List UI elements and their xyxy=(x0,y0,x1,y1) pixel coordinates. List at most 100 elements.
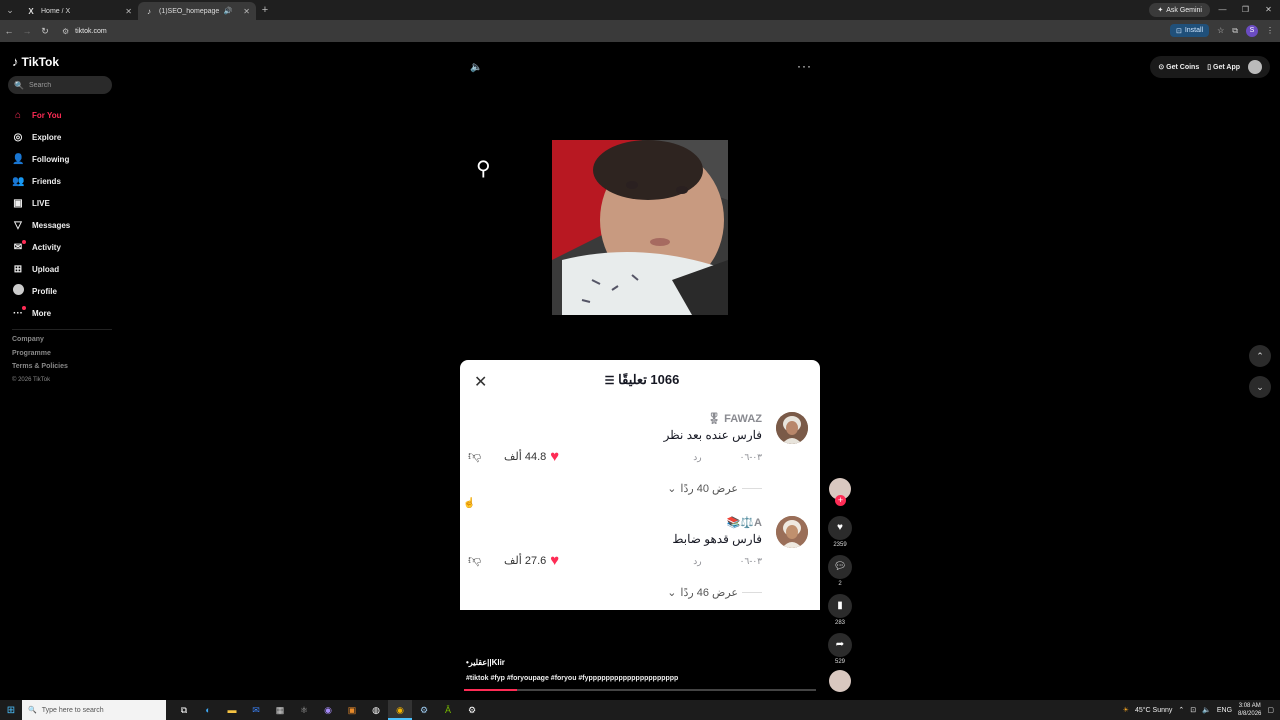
terminal-icon[interactable]: ▣ xyxy=(340,700,364,720)
chrome-icon[interactable]: ◉ xyxy=(388,700,412,720)
forward-icon[interactable]: → xyxy=(18,26,36,36)
reply-button[interactable]: رد xyxy=(693,556,701,567)
file-explorer-icon[interactable]: ▬ xyxy=(220,700,244,720)
back-icon[interactable]: ← xyxy=(0,26,18,36)
speaker-icon[interactable]: 🔊 xyxy=(224,7,233,15)
video-hashtags[interactable]: #tiktok #fyp #foryoupage #foryou #fypppp… xyxy=(466,675,678,682)
sidebar-item-for-you[interactable]: ⌂ For You xyxy=(12,104,70,126)
volume-icon[interactable]: 🔈 xyxy=(1202,706,1211,714)
dislike-icon[interactable]: 👎︎ xyxy=(468,552,481,568)
view-replies-button[interactable]: عرض 46 ردًا ⌄ xyxy=(562,586,762,599)
tiktok-logo[interactable]: ♪ TikTok xyxy=(12,54,59,69)
taskbar-search[interactable]: 🔍 Type here to search xyxy=(22,700,166,720)
x-logo-icon: X xyxy=(28,6,34,16)
clock[interactable]: 3:08 AM 8/8/2026 xyxy=(1238,702,1261,718)
footer-link-company[interactable]: Company xyxy=(12,336,68,350)
share-button[interactable]: ➦ xyxy=(828,633,852,657)
video-progress-bar[interactable] xyxy=(464,689,816,691)
get-coins-button[interactable]: ⊙ Get Coins xyxy=(1158,63,1199,71)
video-author[interactable]: •عقلير||Klir xyxy=(466,658,505,667)
view-replies-button[interactable]: عرض 40 ردًا ⌄ xyxy=(562,482,762,495)
close-icon[interactable]: ✕ xyxy=(125,7,132,16)
menu-kebab-icon[interactable]: ⋮ xyxy=(1266,26,1274,35)
notifications-icon[interactable]: ▢ xyxy=(1267,706,1274,714)
avatar-image xyxy=(776,412,808,444)
close-window-icon[interactable]: ✕ xyxy=(1257,0,1280,20)
footer-link-terms[interactable]: Terms & Policies xyxy=(12,363,68,377)
footer-link-programme[interactable]: Programme xyxy=(12,350,68,364)
search-icon[interactable]: ⚲ xyxy=(476,156,491,181)
comment-username[interactable]: A⚖️📚 xyxy=(727,516,762,529)
bookmark-star-icon[interactable]: ☆ xyxy=(1217,26,1224,35)
comment-button[interactable]: 💬︎ xyxy=(828,555,852,579)
restore-icon[interactable]: ❐ xyxy=(1234,0,1257,20)
tab-home-x[interactable]: X Home / X ✕ xyxy=(20,2,138,20)
more-icon: ··· xyxy=(12,305,26,319)
chevron-up-icon: ⌃ xyxy=(1256,351,1264,361)
ask-gemini-button[interactable]: ✦ Ask Gemini xyxy=(1149,3,1210,17)
tab-search-icon[interactable]: ⌄ xyxy=(0,0,20,20)
minimize-icon[interactable]: — xyxy=(1211,0,1234,20)
filter-icon[interactable]: ☰ xyxy=(605,375,615,387)
extensions-icon[interactable]: ⧉ xyxy=(1232,26,1238,36)
new-tab-button[interactable]: + xyxy=(256,4,274,16)
user-avatar[interactable] xyxy=(1248,60,1262,74)
language-indicator[interactable]: ENG xyxy=(1217,707,1232,714)
next-video-button[interactable]: ⌄ xyxy=(1249,376,1271,398)
follow-plus-icon[interactable]: + xyxy=(835,495,846,506)
sidebar-item-following[interactable]: 👤 Following xyxy=(12,148,70,170)
url-field[interactable]: ⚙ tiktok.com xyxy=(62,27,107,36)
settings-icon[interactable]: ⚙ xyxy=(460,700,484,720)
like-comment-button[interactable]: ♥ 44.8 ألف xyxy=(504,448,559,465)
task-view-icon[interactable]: ⧉ xyxy=(172,700,196,720)
sidebar-item-upload[interactable]: ⊞ Upload xyxy=(12,258,70,280)
avatar[interactable] xyxy=(776,412,808,444)
save-button[interactable]: ▮ xyxy=(828,594,852,618)
weather-text[interactable]: 45°C Sunny xyxy=(1135,707,1172,714)
volume-icon[interactable]: 🔈 xyxy=(470,62,482,73)
avatar[interactable] xyxy=(776,516,808,548)
network-icon[interactable]: ⊡ xyxy=(1190,706,1196,714)
search-input[interactable] xyxy=(28,81,109,89)
reply-button[interactable]: رد xyxy=(693,452,701,463)
comment-username[interactable]: FAWAZ 🎖 xyxy=(707,412,762,425)
username-text: FAWAZ xyxy=(724,413,762,425)
app-icon[interactable]: ⚛ xyxy=(292,700,316,720)
sidebar-item-messages[interactable]: ▽ Messages xyxy=(12,214,70,236)
steam-icon[interactable]: ⚙ xyxy=(412,700,436,720)
sidebar-item-label: Explore xyxy=(32,132,62,142)
reload-icon[interactable]: ↻ xyxy=(36,26,54,37)
sidebar-item-more[interactable]: ··· More xyxy=(12,302,70,324)
tab-title: Home / X xyxy=(41,7,71,15)
store-icon[interactable]: ▦ xyxy=(268,700,292,720)
previous-video-button[interactable]: ⌃ xyxy=(1249,345,1271,367)
edge-icon[interactable]: ◐ xyxy=(196,700,220,720)
close-icon[interactable]: ✕ xyxy=(243,7,250,16)
comment-date: ٠٣-٠٦ xyxy=(739,452,762,462)
site-info-icon[interactable]: ⚙ xyxy=(62,27,69,36)
windows-start-icon[interactable]: ⊞ xyxy=(0,705,22,716)
tray-chevron-icon[interactable]: ⌃ xyxy=(1178,706,1184,714)
more-options-icon[interactable]: ··· xyxy=(797,59,812,73)
mail-icon[interactable]: ✉ xyxy=(244,700,268,720)
like-comment-button[interactable]: ♥ 27.6 ألف xyxy=(504,552,559,569)
profile-avatar[interactable]: S xyxy=(1246,24,1258,37)
install-button[interactable]: ⊡ Install xyxy=(1169,24,1210,37)
messenger-icon[interactable]: ◉ xyxy=(316,700,340,720)
sidebar-item-activity[interactable]: ✉ Activity xyxy=(12,236,70,258)
sidebar-item-explore[interactable]: ◎ Explore xyxy=(12,126,70,148)
sound-avatar[interactable] xyxy=(829,670,851,692)
sidebar-item-friends[interactable]: 👥 Friends xyxy=(12,170,70,192)
dislike-icon[interactable]: 👎︎ xyxy=(468,448,481,464)
search-box[interactable]: 🔍 xyxy=(8,76,112,94)
get-app-label: Get App xyxy=(1213,64,1240,71)
comments-count: 1066 تعليقًا xyxy=(618,372,680,387)
like-button[interactable]: ♥ xyxy=(828,516,852,540)
sidebar-item-profile[interactable]: Profile xyxy=(12,280,70,302)
nvidia-icon[interactable]: Ᾱ xyxy=(436,700,460,720)
video-player[interactable] xyxy=(552,140,728,315)
get-app-button[interactable]: ▯ Get App xyxy=(1207,63,1240,71)
obs-icon[interactable]: ◍ xyxy=(364,700,388,720)
sidebar-item-live[interactable]: ▣ LIVE xyxy=(12,192,70,214)
tab-tiktok[interactable]: ♪ (1)SEO_homepage_title 🔊 ✕ xyxy=(138,2,256,20)
